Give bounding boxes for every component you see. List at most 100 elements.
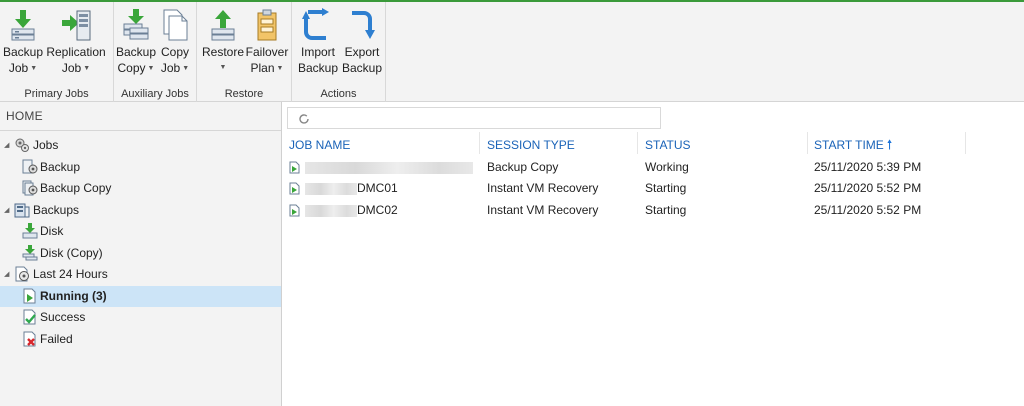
status-cell: Starting: [645, 203, 687, 217]
backup-job-icon: [11, 10, 35, 41]
disk-icon: [22, 223, 38, 239]
disk-copy-icon: [22, 245, 38, 261]
column-header-label: START TIME: [814, 138, 884, 152]
dropdown-caret-icon: ▼: [30, 65, 38, 72]
tree-item-label: Backup: [40, 160, 81, 174]
tree-item-label: Running (3): [40, 289, 107, 303]
dropdown-caret-icon: ▼: [182, 65, 190, 72]
restore-icon: [211, 10, 235, 41]
import-backup-label-1: Import: [300, 45, 335, 59]
group-primary-jobs: Backup Job ▼ Replication Job ▼ Primary Job…: [0, 2, 114, 102]
tree-item-label: Failed: [40, 332, 73, 346]
group-label-actions: Actions: [320, 88, 357, 100]
tree-item-backup-copy[interactable]: Backup Copy: [0, 178, 281, 199]
backup-copy-icon: [123, 9, 149, 40]
copy-job-button[interactable]: Copy Job ▼: [158, 8, 192, 77]
start-time-cell: 25/11/2020 5:52 PM: [814, 181, 922, 195]
tree-item-label: Disk: [40, 224, 64, 238]
tree-item-disk-copy[interactable]: Disk (Copy): [0, 243, 281, 264]
group-restore: Restore ▼ Failover Plan ▼ Restore: [197, 2, 292, 102]
job-name-text: DMC01: [357, 181, 398, 195]
failed-icon: [23, 331, 36, 347]
import-backup-label-2: Backup: [297, 61, 339, 75]
tree-item-success[interactable]: Success: [0, 307, 281, 328]
replication-job-icon: [62, 10, 91, 41]
tree-item-disk[interactable]: Disk: [0, 221, 281, 242]
dropdown-caret-icon: ▼: [219, 64, 227, 71]
tree-item-failed[interactable]: Failed: [0, 329, 281, 350]
failover-plan-label-1: Failover: [245, 45, 289, 59]
session-type-cell: Instant VM Recovery: [487, 181, 599, 195]
restore-button[interactable]: Restore ▼: [201, 8, 245, 76]
export-backup-icon: [352, 11, 375, 39]
nav-title: HOME: [6, 109, 43, 123]
restore-label: Restore: [201, 45, 245, 59]
start-time-cell: 25/11/2020 5:39 PM: [814, 160, 922, 174]
divider: [0, 130, 281, 131]
replication-job-label-2: Job: [61, 61, 82, 75]
group-label-primary-jobs: Primary Jobs: [24, 88, 89, 100]
last-24-hours-icon: [15, 266, 29, 282]
status-cell: Starting: [645, 181, 687, 195]
search-box[interactable]: [287, 107, 661, 129]
dropdown-caret-icon: ▼: [147, 65, 155, 72]
search-icon: [299, 114, 309, 124]
backup-job-label-2: Job: [8, 61, 29, 75]
export-backup-label-2: Backup: [341, 61, 383, 75]
backup-job-button[interactable]: Backup Job ▼: [3, 8, 43, 77]
group-label-auxiliary-jobs: Auxiliary Jobs: [121, 88, 189, 100]
running-icon: [23, 288, 36, 304]
column-header-status[interactable]: STATUS: [639, 132, 808, 154]
jobs-gear-icon: [15, 138, 29, 152]
tree-item-label: Disk (Copy): [40, 246, 103, 260]
tree-item-backups[interactable]: ◢ Backups: [0, 200, 281, 221]
replication-job-label-1: Replication: [46, 45, 106, 59]
main-panel: JOB NAME SESSION TYPE STATUS START TIME 🠕…: [283, 102, 1024, 406]
table-row[interactable]: Backup Copy Working 25/11/2020 5:39 PM: [283, 157, 1024, 178]
backup-gear-icon: [22, 159, 38, 174]
backup-copy-label-1: Backup: [116, 45, 157, 59]
column-header-job-name[interactable]: JOB NAME: [283, 132, 480, 154]
failover-plan-button[interactable]: Failover Plan ▼: [245, 8, 289, 77]
grid-header: JOB NAME SESSION TYPE STATUS START TIME 🠕: [283, 132, 1024, 154]
replication-job-button[interactable]: Replication Job ▼: [46, 8, 106, 77]
tree-item-backup[interactable]: Backup: [0, 157, 281, 178]
backup-copy-gear-icon: [22, 180, 38, 196]
backup-job-label-1: Backup: [3, 45, 44, 59]
collapse-triangle-icon[interactable]: ◢: [4, 264, 9, 285]
import-backup-button[interactable]: Import Backup: [297, 8, 339, 76]
tree-item-label: Last 24 Hours: [33, 267, 108, 281]
group-actions: Import Backup Export Backup Actions: [292, 2, 386, 102]
navigation-pane: HOME ◢ Jobs Backup Backup Copy ◢ Backups…: [0, 102, 282, 406]
backup-copy-button[interactable]: Backup Copy ▼: [116, 8, 156, 77]
dropdown-caret-icon: ▼: [83, 65, 91, 72]
group-label-restore: Restore: [224, 88, 264, 100]
running-job-icon: [289, 182, 300, 195]
start-time-cell: 25/11/2020 5:52 PM: [814, 203, 922, 217]
session-type-cell: Backup Copy: [487, 160, 559, 174]
column-header-session-type[interactable]: SESSION TYPE: [481, 132, 638, 154]
table-row[interactable]: DMC02 Instant VM Recovery Starting 25/11…: [283, 200, 1024, 221]
redacted-name: [305, 183, 357, 195]
backup-copy-label-2: Copy: [117, 61, 146, 75]
collapse-triangle-icon[interactable]: ◢: [4, 200, 9, 221]
running-job-icon: [289, 204, 300, 217]
export-backup-button[interactable]: Export Backup: [341, 8, 383, 76]
tree-item-label: Backups: [33, 203, 80, 217]
column-header-start-time[interactable]: START TIME 🠕: [808, 132, 966, 154]
redacted-name: [305, 162, 473, 174]
copy-job-icon: [163, 9, 188, 41]
dropdown-caret-icon: ▼: [276, 65, 284, 72]
ribbon: Backup Job ▼ Replication Job ▼ Primary Job…: [0, 0, 1024, 102]
status-cell: Working: [645, 160, 689, 174]
collapse-triangle-icon[interactable]: ◢: [4, 135, 9, 156]
tree-item-label: Success: [40, 310, 86, 324]
tree-item-jobs[interactable]: ◢ Jobs: [0, 135, 281, 156]
sort-up-arrow-icon: 🠕: [886, 137, 893, 152]
tree-item-label: Jobs: [33, 138, 59, 152]
copy-job-label-1: Copy: [160, 45, 189, 59]
tree-item-last-24-hours[interactable]: ◢ Last 24 Hours: [0, 264, 281, 285]
success-icon: [23, 309, 36, 325]
tree-item-running[interactable]: Running (3): [0, 286, 281, 307]
table-row[interactable]: DMC01 Instant VM Recovery Starting 25/11…: [283, 178, 1024, 199]
